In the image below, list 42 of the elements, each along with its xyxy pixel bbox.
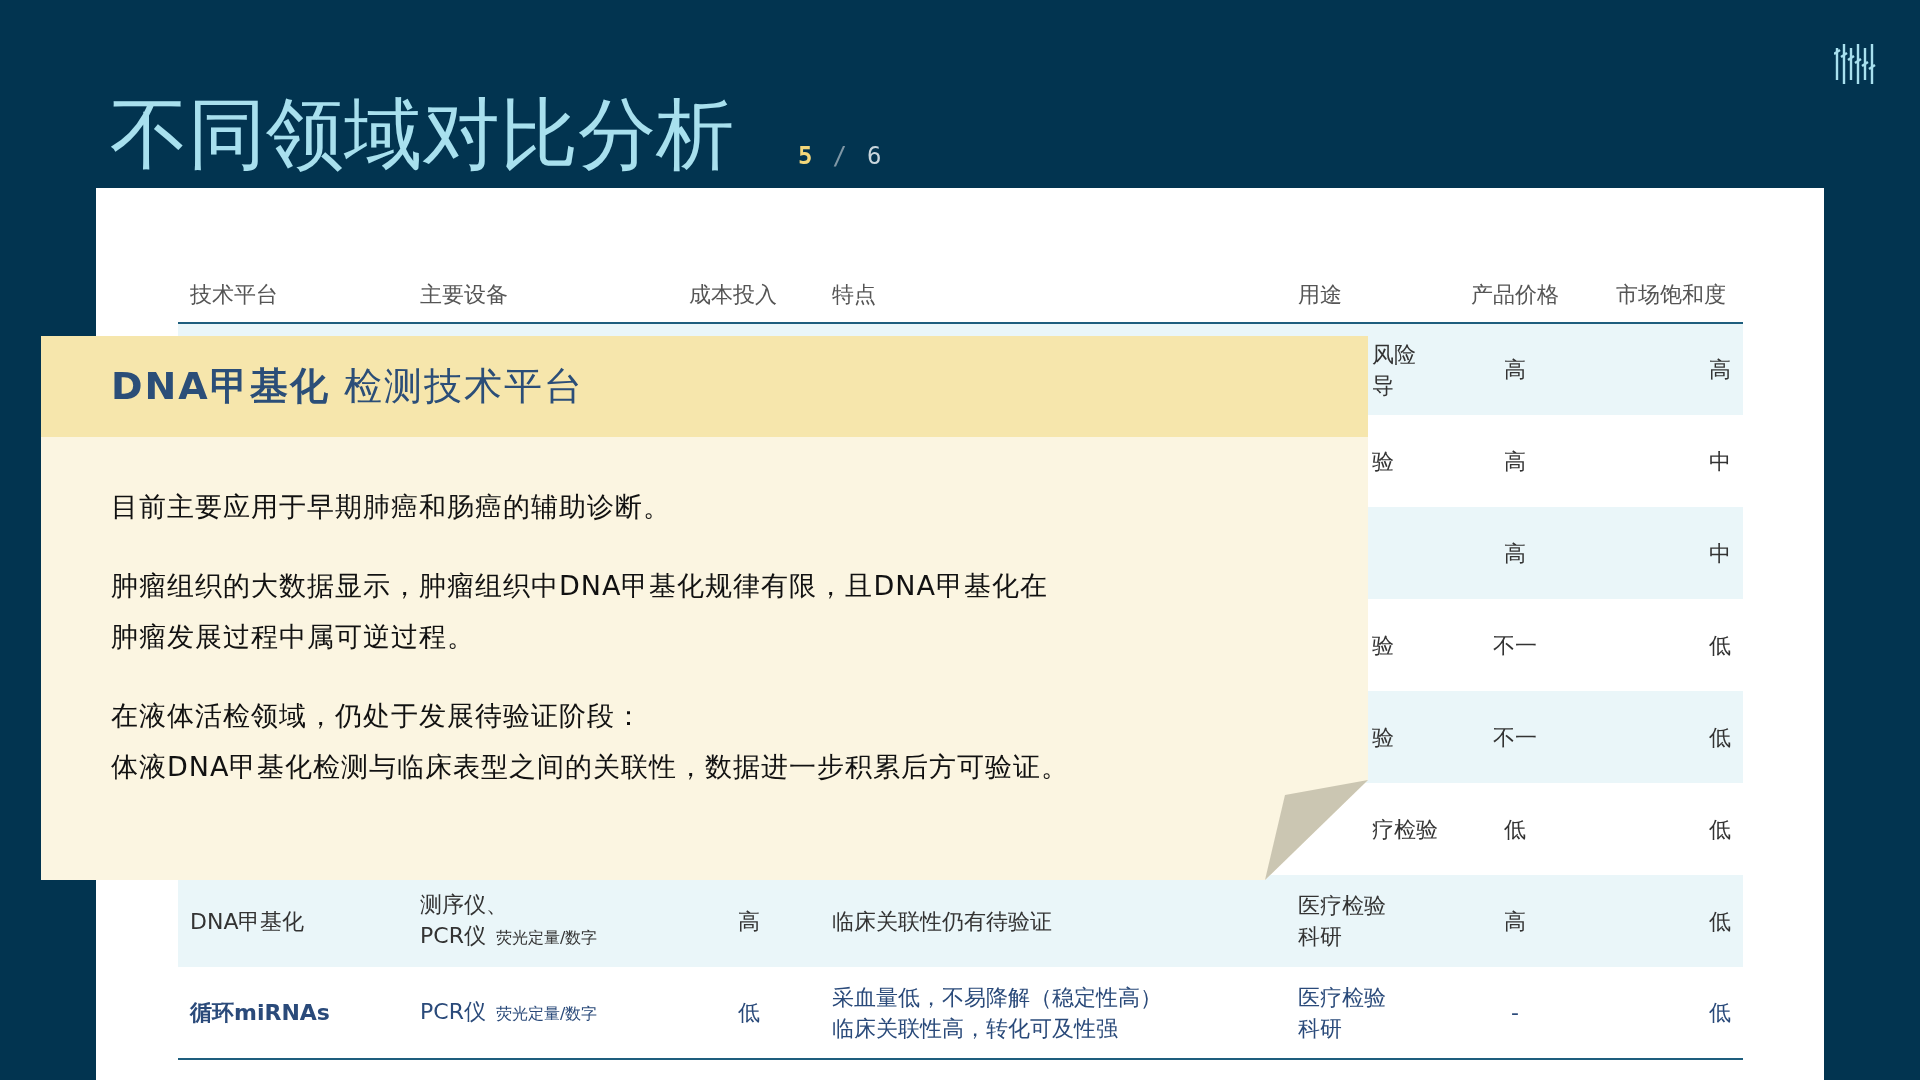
table-cell: 高 bbox=[1504, 540, 1526, 566]
table-cell: 低 bbox=[1709, 1000, 1731, 1025]
table-cell: 低 bbox=[1504, 816, 1526, 842]
table-cell: 低 bbox=[737, 1000, 760, 1025]
table-cell: 医疗检验 科研 bbox=[1298, 984, 1386, 1041]
table-cell: 测序仪、 bbox=[420, 892, 508, 917]
table-cell: PCR仪 bbox=[420, 999, 486, 1024]
popup-paragraph: 在液体活检领域，仍处于发展待验证阶段： 体液DNA甲基化检测与临床表型之间的关联性，数据进一步积累后方可验证。 bbox=[111, 699, 1071, 784]
table-cell: PCR仪 bbox=[420, 923, 486, 948]
table-cell: 医疗检验 科研 bbox=[1298, 893, 1386, 949]
table-cell: 低 bbox=[1709, 816, 1731, 842]
table-cell: 低 bbox=[1709, 724, 1731, 750]
page-separator: / bbox=[832, 142, 847, 170]
table-cell: 高 bbox=[1709, 357, 1731, 382]
table-cell: 风险 导 bbox=[1372, 341, 1416, 398]
table-cell: 中 bbox=[1709, 540, 1731, 566]
table-cell: 疗检验 bbox=[1372, 816, 1438, 842]
table-cell: 高 bbox=[737, 908, 760, 934]
table-cell: 高 bbox=[1504, 908, 1526, 934]
table-cell: 高 bbox=[1504, 448, 1526, 474]
total-pages: 6 bbox=[866, 142, 882, 170]
table-note: 荧光定量/数字 bbox=[495, 928, 598, 947]
table-cell: 不一 bbox=[1493, 724, 1537, 750]
table-cell: 验 bbox=[1372, 632, 1394, 658]
table-cell: 临床关联性仍有待验证 bbox=[832, 908, 1052, 934]
table-cell: 低 bbox=[1709, 908, 1731, 934]
popup-paragraph: 目前主要应用于早期肺癌和肠癌的辅助诊断。 bbox=[111, 490, 672, 524]
popup-paragraph: 肿瘤组织的大数据显示，肿瘤组织中DNA甲基化规律有限，且DNA甲基化在 肿瘤发展过程中属可逆过程。 bbox=[111, 569, 1049, 654]
table-cell: 验 bbox=[1372, 724, 1394, 750]
table-cell: 中 bbox=[1709, 448, 1731, 474]
table-cell: 高 bbox=[1504, 357, 1526, 382]
table-cell: 循环miRNAs bbox=[190, 1000, 330, 1025]
table-cell: 验 bbox=[1372, 448, 1394, 474]
table-cell: 低 bbox=[1709, 632, 1731, 658]
popup-title: DNA甲基化 检测技术平台 bbox=[111, 363, 584, 410]
table-cell: 采血量低，不易降解（稳定性高） 临床关联性高，转化可及性强 bbox=[832, 984, 1162, 1041]
table-note: 荧光定量/数字 bbox=[495, 1004, 598, 1023]
slide-title: 不同领域对比分析 bbox=[110, 88, 734, 181]
current-page: 5 bbox=[798, 142, 813, 170]
table-cell: DNA甲基化 bbox=[190, 908, 305, 934]
table-cell: 不一 bbox=[1493, 632, 1537, 658]
table-cell: - bbox=[1511, 1000, 1519, 1025]
